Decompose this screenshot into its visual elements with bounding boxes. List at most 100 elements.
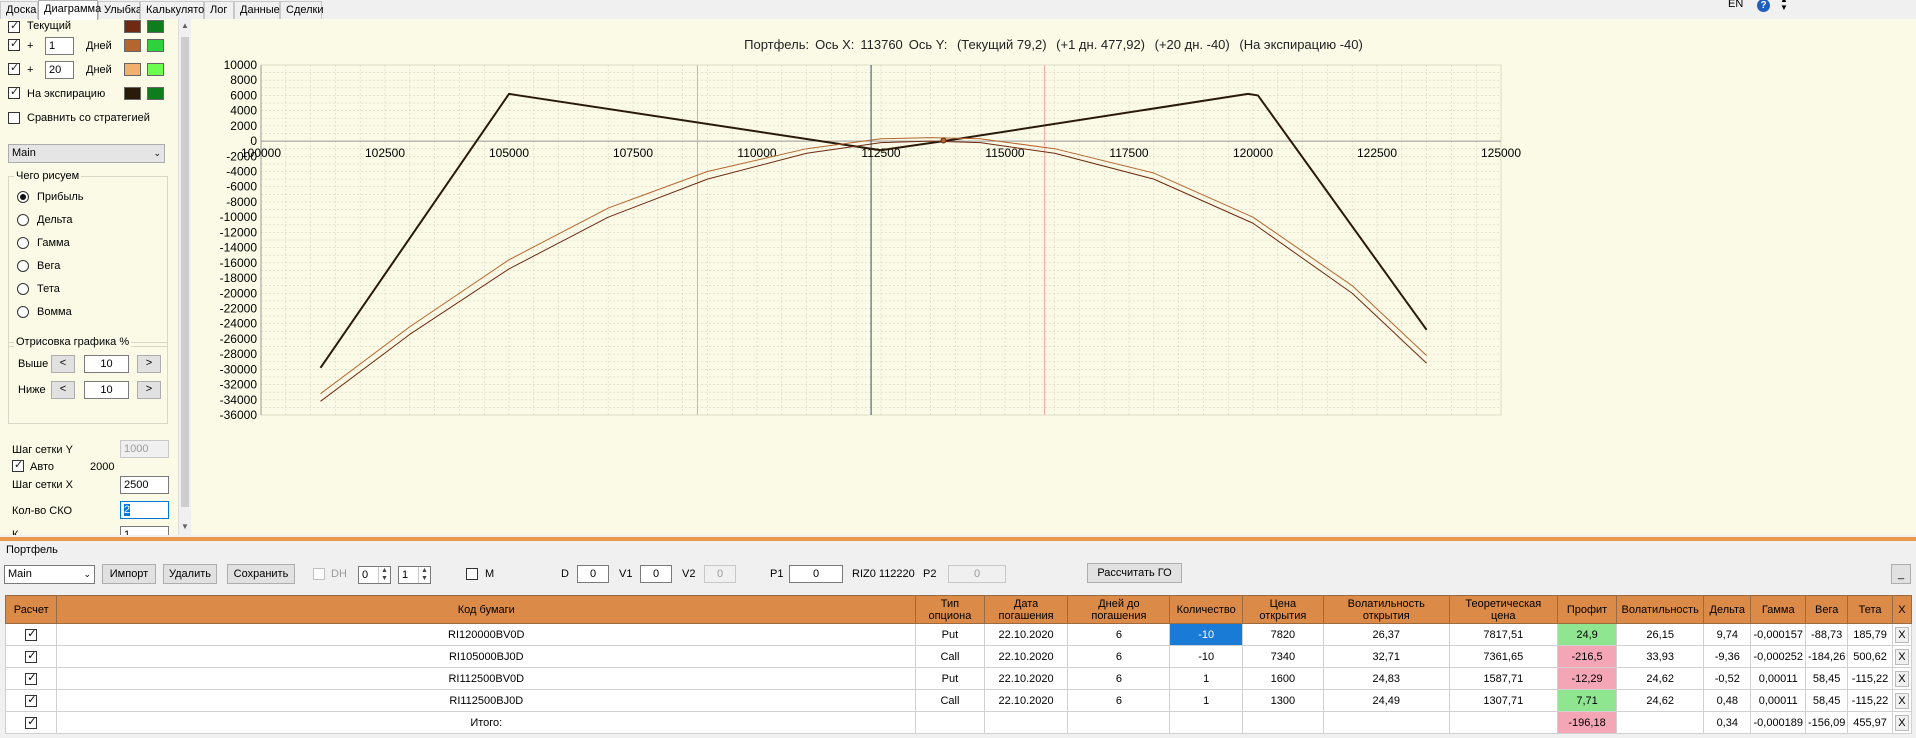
col-header-vol[interactable]: Волатильность (1616, 595, 1705, 624)
below-increase-button[interactable]: > (137, 381, 161, 399)
left-panel-scrollbar[interactable]: ▲ ▼ (178, 19, 190, 535)
table-row[interactable]: RI105000BJ0DCall22.10.20206-10734032,717… (4, 645, 1913, 668)
scroll-up-icon[interactable]: ▲ (181, 21, 189, 30)
cell-delete[interactable]: X (1891, 711, 1913, 734)
minimize-button[interactable]: _ (1891, 564, 1911, 584)
tab-deals[interactable]: Сделки (280, 1, 324, 19)
d-input[interactable]: 0 (577, 565, 609, 583)
series-expiry-color1[interactable] (124, 87, 141, 100)
row-calc-checkbox[interactable] (4, 645, 58, 668)
checkbox-checked-icon[interactable] (25, 671, 38, 685)
tab-calculator[interactable]: Калькулятор (140, 1, 210, 19)
p1-input[interactable]: 0 (789, 565, 843, 583)
col-header-open-price[interactable]: Цена открытия (1242, 595, 1324, 624)
series-plus20-color2[interactable] (147, 63, 164, 76)
language-selector[interactable]: EN (1728, 0, 1743, 12)
m-checkbox[interactable] (466, 568, 478, 580)
series-expiry-checkbox[interactable] (8, 85, 20, 99)
payoff-chart[interactable]: 1000080006000400020000-2000-4000-6000-80… (191, 19, 1916, 535)
v2-input[interactable]: 0 (704, 565, 736, 583)
scroll-down-icon[interactable]: ▼ (181, 522, 189, 531)
compare-strategy-checkbox[interactable] (8, 112, 20, 124)
p2-input[interactable]: 0 (948, 565, 1006, 583)
cut-input[interactable]: 1 (120, 526, 169, 535)
checkbox-checked-icon[interactable] (25, 649, 38, 663)
below-input[interactable]: 10 (84, 381, 129, 399)
close-icon[interactable]: X (1894, 670, 1909, 687)
help-icon[interactable]: ? (1757, 0, 1770, 12)
scrollbar-thumb[interactable] (181, 37, 189, 507)
radio-theta[interactable] (17, 283, 29, 295)
series-current-checkbox[interactable] (8, 19, 20, 33)
series-plus1-checkbox[interactable] (8, 37, 20, 51)
above-input[interactable]: 10 (84, 355, 129, 373)
col-header-open-vol[interactable]: Волатильность открытия (1322, 595, 1450, 624)
v1-input[interactable]: 0 (640, 565, 672, 583)
spin-arrows-icon[interactable]: ▲ ▼ (418, 567, 430, 583)
strategy-select[interactable]: Main ⌄ (8, 144, 165, 163)
grid-y-input[interactable]: 1000 (120, 440, 169, 458)
row-calc-checkbox[interactable] (4, 711, 58, 734)
above-decrease-button[interactable]: < (51, 355, 75, 373)
table-total-row[interactable]: Итого: -196,18 0,34-0,000189-156,09455,97X (4, 711, 1913, 734)
calc-margin-button[interactable]: Рассчитать ГО (1087, 563, 1182, 583)
cell-delete[interactable]: X (1891, 667, 1913, 690)
table-row[interactable]: RI120000BV0DPut22.10.20206-10782026,3778… (4, 623, 1913, 646)
cell-quantity[interactable]: 1 (1169, 667, 1243, 690)
dh-spin-1[interactable]: 0 ▲ ▼ (358, 566, 391, 584)
row-calc-checkbox[interactable] (4, 623, 58, 646)
table-row[interactable]: RI112500BV0DPut22.10.202061160024,831587… (4, 667, 1913, 690)
below-decrease-button[interactable]: < (51, 381, 75, 399)
radio-profit[interactable] (17, 191, 29, 203)
col-header-code[interactable]: Код бумаги (56, 595, 917, 624)
col-header-days-left[interactable]: Дней до погашения (1067, 595, 1171, 624)
series-plus20-checkbox[interactable] (8, 61, 20, 75)
series-plus20-days-input[interactable]: 20 (45, 61, 74, 79)
checkbox-checked-icon[interactable] (25, 715, 38, 729)
cell-quantity[interactable] (1169, 711, 1243, 734)
spin-arrows-icon[interactable]: ▲ ▼ (378, 567, 390, 583)
portfolio-select[interactable]: Main ⌄ (4, 565, 95, 584)
series-plus1-days-input[interactable]: 1 (45, 37, 74, 55)
grid-x-input[interactable]: 2500 (120, 476, 169, 494)
series-current-color2[interactable] (147, 20, 164, 33)
checkbox-checked-icon[interactable] (25, 693, 38, 707)
series-expiry-color2[interactable] (147, 87, 164, 100)
dh-spin-2[interactable]: 1 ▲ ▼ (398, 566, 431, 584)
above-increase-button[interactable]: > (137, 355, 161, 373)
col-header-profit[interactable]: Профит (1556, 595, 1618, 624)
cell-quantity[interactable]: -10 (1169, 645, 1243, 668)
sko-input[interactable]: 2 (120, 501, 169, 519)
row-calc-checkbox[interactable] (4, 667, 58, 690)
tab-log[interactable]: Лог (204, 1, 234, 19)
tab-smile[interactable]: Улыбка (98, 1, 142, 19)
col-header-theo-price[interactable]: Теоретическая цена (1448, 595, 1558, 624)
table-row[interactable]: RI112500BJ0DCall22.10.202061130024,49130… (4, 689, 1913, 712)
col-header-calc[interactable]: Расчет (4, 595, 58, 624)
close-icon[interactable]: X (1894, 626, 1909, 643)
col-header-theta[interactable]: Тета (1847, 595, 1893, 624)
col-header-gamma[interactable]: Гамма (1750, 595, 1806, 624)
close-icon[interactable]: X (1894, 648, 1909, 665)
col-header-expiry-date[interactable]: Дата погашения (983, 595, 1069, 624)
tab-diagram[interactable]: Диаграмма (38, 0, 101, 20)
radio-delta[interactable] (17, 214, 29, 226)
col-header-type[interactable]: Тип опциона (915, 595, 985, 624)
cell-quantity[interactable]: 1 (1169, 689, 1243, 712)
series-plus1-color1[interactable] (124, 39, 141, 52)
radio-gamma[interactable] (17, 237, 29, 249)
cell-delete[interactable]: X (1891, 689, 1913, 712)
close-icon[interactable]: X (1894, 714, 1909, 731)
dh-checkbox[interactable] (313, 568, 325, 580)
splitter[interactable] (0, 537, 1916, 541)
save-button[interactable]: Сохранить (227, 564, 295, 584)
col-header-delta[interactable]: Дельта (1703, 595, 1752, 624)
series-plus20-color1[interactable] (124, 63, 141, 76)
radio-vomma[interactable] (17, 306, 29, 318)
auto-checkbox[interactable] (12, 458, 24, 472)
cell-delete[interactable]: X (1891, 623, 1913, 646)
tab-data[interactable]: Данные (234, 1, 280, 19)
delete-button[interactable]: Удалить (163, 564, 217, 584)
tab-board[interactable]: Доска (0, 1, 38, 19)
cell-quantity[interactable]: -10 (1169, 623, 1243, 646)
